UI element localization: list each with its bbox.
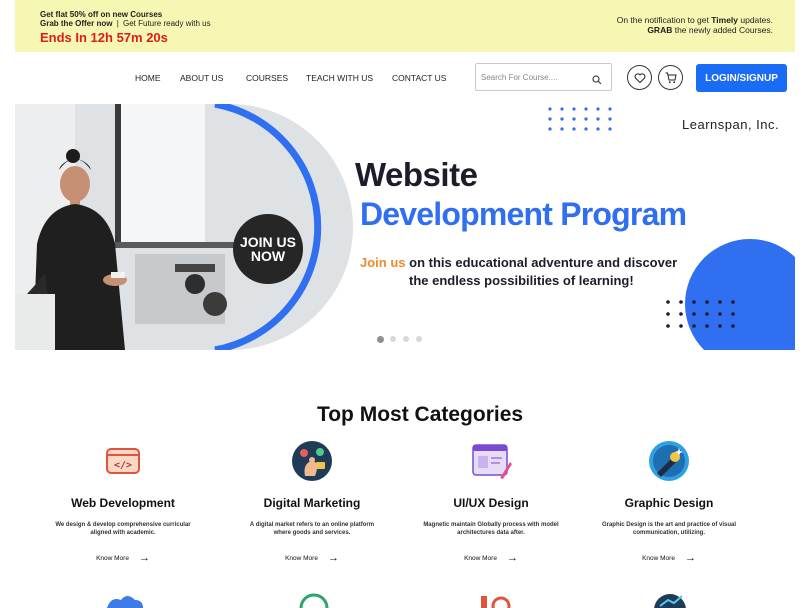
hero-subtitle-line1: Join us on this educational adventure an… <box>360 255 677 270</box>
nav-teach-with-us[interactable]: TEACH WITH US <box>306 73 373 83</box>
design-brush-icon <box>406 440 576 482</box>
know-more-label: Know More <box>642 555 675 562</box>
join-us-highlight: Join us <box>360 255 406 270</box>
category-desc: We design & develop comprehensive curric… <box>55 522 191 536</box>
promo-bar: Get flat 50% off on new Courses Grab the… <box>15 0 795 52</box>
code-window-icon: </> <box>38 440 208 482</box>
countdown-timer: Ends In 12h 57m 20s <box>40 30 168 45</box>
carousel-dot-3[interactable] <box>403 336 409 342</box>
category-desc: A digital market refers to an online pla… <box>249 522 375 536</box>
category-desc: Magnetic maintain Globally process with … <box>423 522 559 536</box>
marketing-hand-icon <box>227 440 397 482</box>
promo-right-pre: On the notification to get <box>616 15 712 25</box>
promo-future: Get Future ready with us <box>123 19 211 28</box>
cloud-icon <box>107 596 143 608</box>
promo-right-rest: the newly added Courses. <box>672 25 773 35</box>
promo-right-line2: GRAB the newly added Courses. <box>647 25 773 35</box>
know-more-link[interactable]: Know More → <box>227 552 397 564</box>
growth-chart-icon <box>654 594 686 608</box>
categories-title: Top Most Categories <box>316 403 524 426</box>
category-name: Web Development <box>71 496 175 510</box>
nav-contact-us[interactable]: CONTACT US <box>392 73 446 83</box>
nav-about-us[interactable]: ABOUT US <box>180 73 223 83</box>
know-more-link[interactable]: Know More → <box>406 552 576 564</box>
wishlist-button[interactable] <box>627 65 652 90</box>
know-more-link[interactable]: Know More → <box>584 552 754 564</box>
join-us-badge[interactable]: JOIN US NOW <box>233 214 303 284</box>
stats-icon <box>481 596 511 608</box>
join-now-text: NOW <box>250 248 286 264</box>
promo-line1: Get flat 50% off on new Courses <box>40 10 163 19</box>
know-more-link[interactable]: Know More → <box>38 552 208 564</box>
hero-title-line2: Development Program <box>360 196 687 232</box>
hero-subtitle-line2: the endless possibilities of learning! <box>409 273 634 288</box>
main-navbar: HOME ABOUT US COURSES TEACH WITH US CONT… <box>0 52 810 104</box>
promo-line2: Grab the Offer now | Get Future ready wi… <box>40 19 211 28</box>
know-more-label: Know More <box>96 555 129 562</box>
arrow-right-icon: → <box>138 552 150 564</box>
search-input[interactable] <box>481 70 581 84</box>
category-desc: Graphic Design is the art and practice o… <box>601 522 737 536</box>
arrow-right-icon: → <box>684 552 696 564</box>
category-name: UI/UX Design <box>453 496 529 510</box>
hero-title-line1: Website <box>355 156 478 193</box>
brand-name: Learnspan, Inc. <box>682 117 780 132</box>
headset-icon <box>299 593 329 608</box>
login-signup-button[interactable]: LOGIN/SIGNUP <box>696 64 787 92</box>
search-box <box>475 63 612 91</box>
pen-tool-icon <box>584 440 754 482</box>
nav-home[interactable]: HOME <box>135 73 161 83</box>
hero-banner[interactable]: JOIN US NOW Learnspan, Inc. Website Deve… <box>15 104 795 350</box>
svg-text:</>: </> <box>114 460 132 471</box>
carousel-dot-4[interactable] <box>416 336 422 342</box>
carousel-dot-2[interactable] <box>390 336 396 342</box>
nav-courses[interactable]: COURSES <box>246 73 288 83</box>
know-more-label: Know More <box>285 555 318 562</box>
carousel-dot-1[interactable] <box>377 335 384 343</box>
know-more-label: Know More <box>464 555 497 562</box>
promo-right-line1: On the notification to get Timely update… <box>617 15 773 25</box>
promo-right-bold: Timely <box>711 15 739 25</box>
category-name: Digital Marketing <box>263 496 361 510</box>
arrow-right-icon: → <box>506 552 518 564</box>
promo-offer[interactable]: Grab the Offer now <box>40 19 112 28</box>
promo-grab: GRAB <box>647 25 673 35</box>
promo-separator: | <box>116 19 119 28</box>
category-name: Graphic Design <box>624 496 714 510</box>
arrow-right-icon: → <box>327 552 339 564</box>
search-icon[interactable] <box>592 72 602 90</box>
promo-right-post: updates. <box>738 15 773 25</box>
cart-button[interactable] <box>658 65 683 90</box>
hero-subtitle-rest: on this educational adventure and discov… <box>405 255 678 270</box>
